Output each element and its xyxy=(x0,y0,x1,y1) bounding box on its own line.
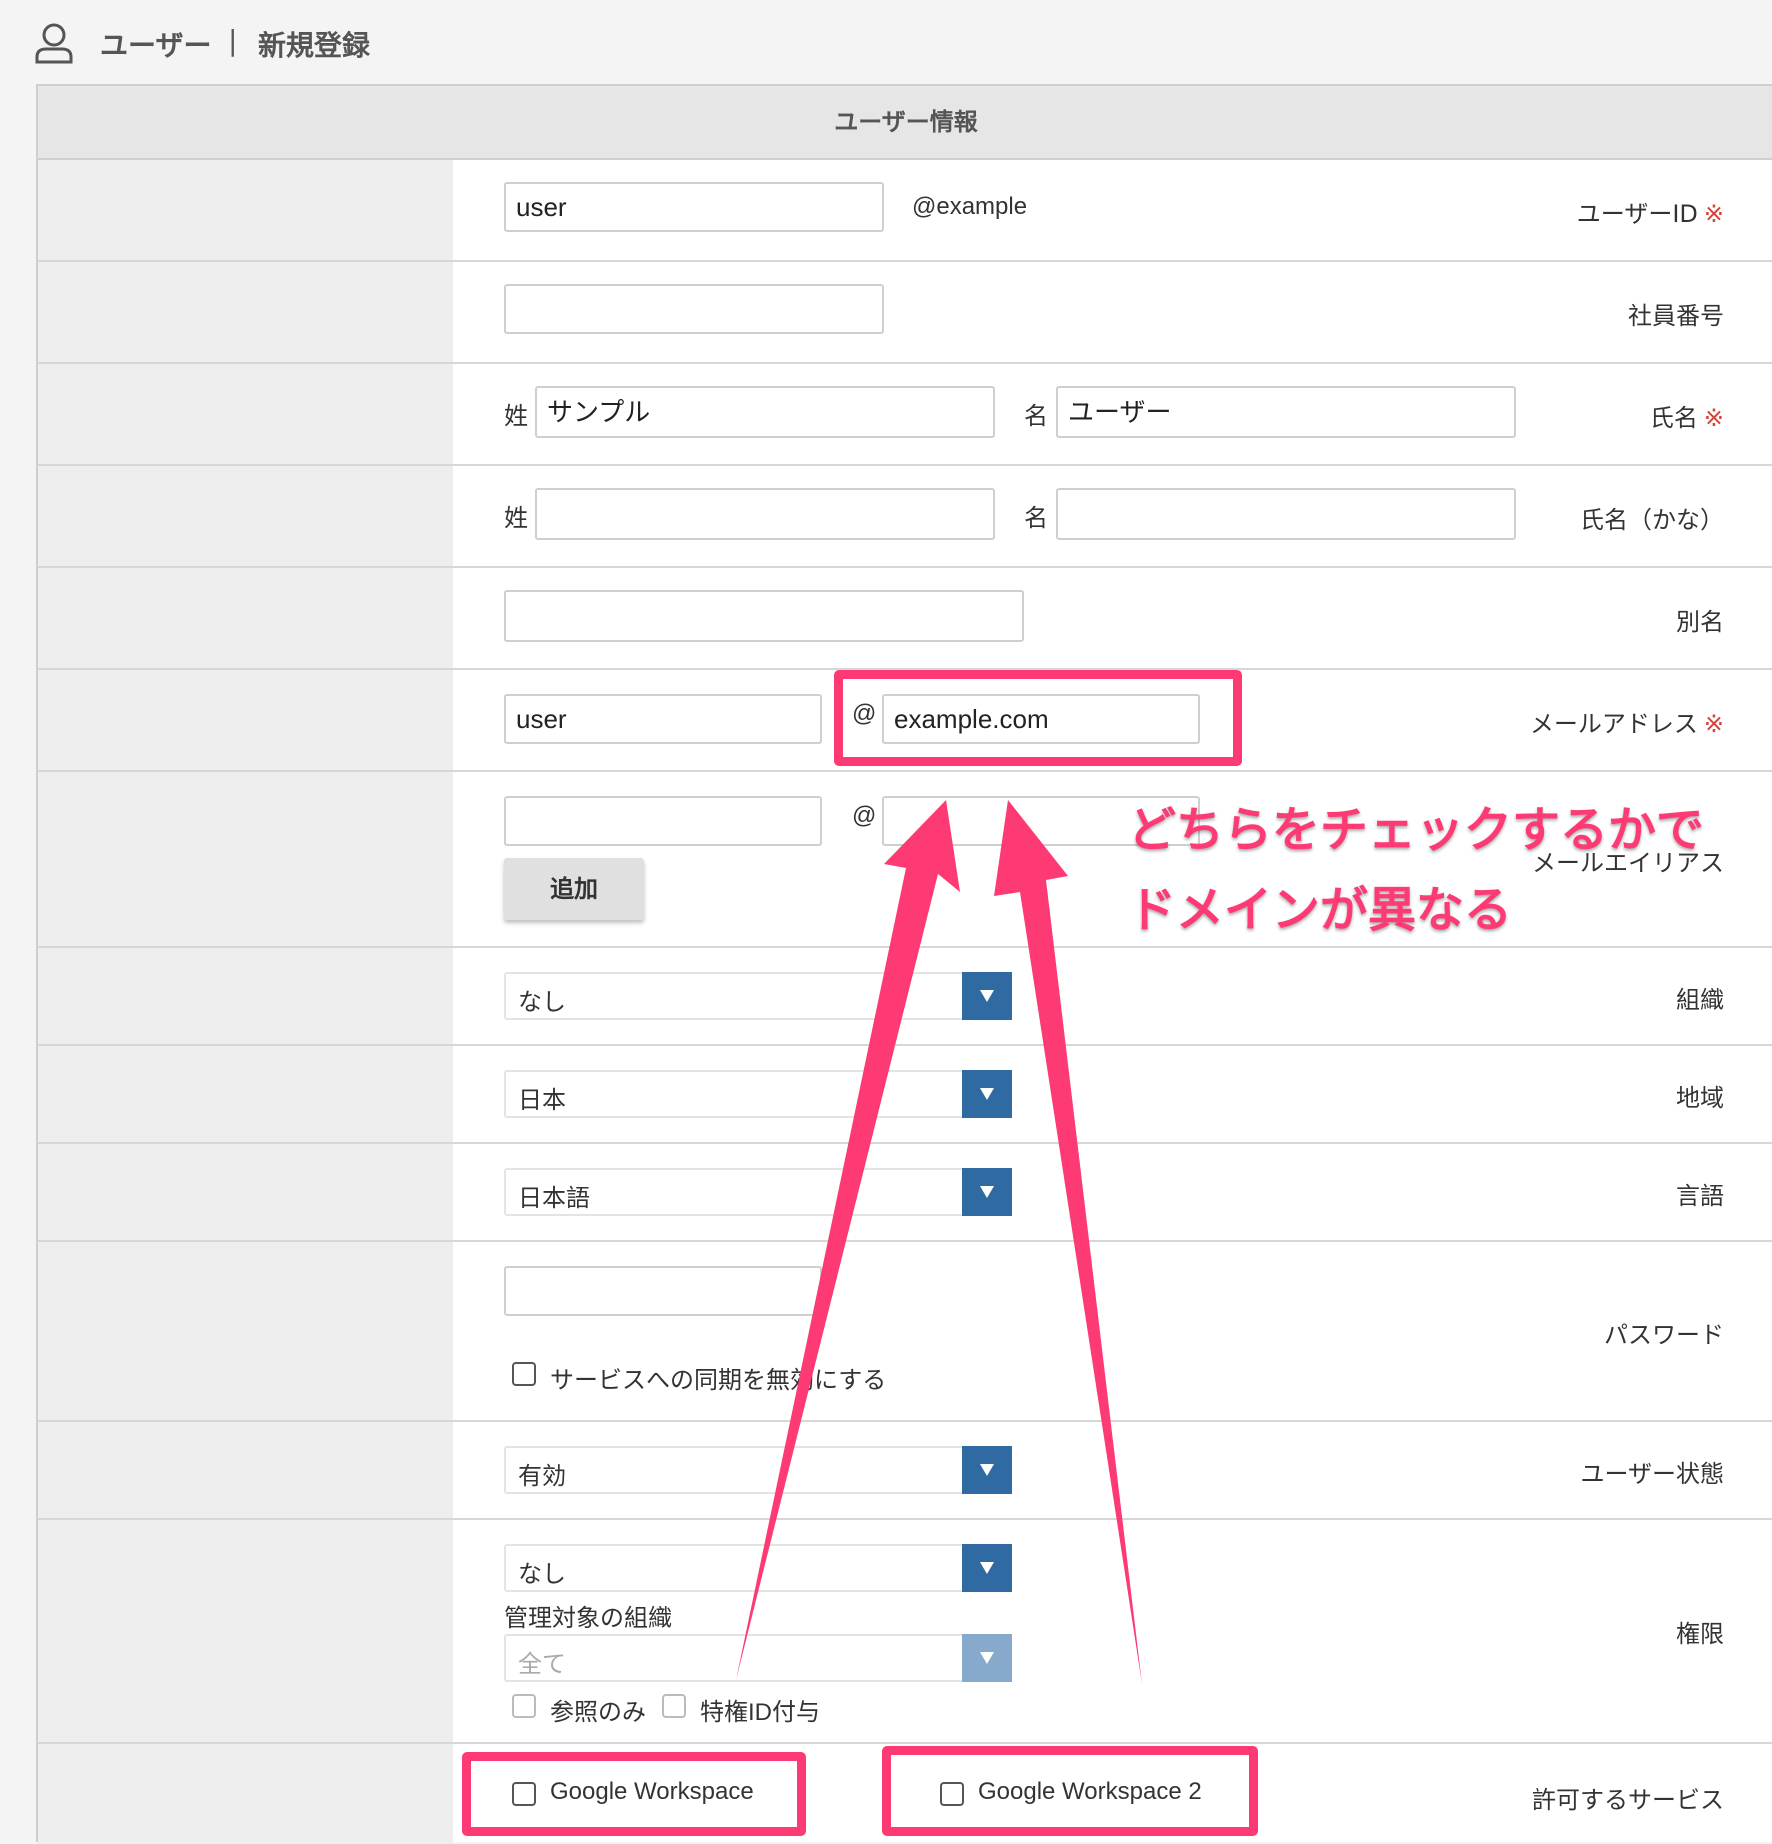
row-permission: 権限 なし 管理対象の組織 全て 参照のみ 特権ID付与 xyxy=(38,1520,1772,1744)
language-label: 言語 xyxy=(1676,1182,1724,1210)
language-selected-value: 日本語 xyxy=(518,1184,590,1212)
add-alias-button[interactable]: 追加 xyxy=(504,858,644,920)
region-label: 地域 xyxy=(1676,1084,1724,1112)
panel-title: ユーザー情報 xyxy=(38,86,1772,160)
managed-org-selected-value: 全て xyxy=(518,1650,566,1678)
dropdown-arrow-icon xyxy=(962,1634,1012,1682)
annotation-line-2: ドメインが異なる xyxy=(1128,882,1513,938)
organization-label: 組織 xyxy=(1676,986,1724,1014)
row-organization: 組織 なし xyxy=(38,948,1772,1046)
email-alias-at-sign: @ xyxy=(852,802,877,829)
read-only-label: 参照のみ xyxy=(550,1699,646,1726)
row-region: 地域 日本 xyxy=(38,1046,1772,1144)
required-mark: ※ xyxy=(1703,200,1724,228)
row-employee-number: 社員番号 xyxy=(38,262,1772,364)
language-select[interactable]: 日本語 xyxy=(504,1168,1012,1216)
permission-selected-value: なし xyxy=(518,1560,566,1588)
first-name-kana-input[interactable] xyxy=(1056,488,1516,540)
email-label: メールアドレス ※ xyxy=(1529,710,1724,738)
allowed-services-label: 許可するサービス xyxy=(1532,1786,1724,1814)
page-header: ユーザー | 新規登録 xyxy=(0,0,1772,84)
user-status-selected-value: 有効 xyxy=(518,1462,566,1490)
region-select[interactable]: 日本 xyxy=(504,1070,1012,1118)
alias-input[interactable] xyxy=(504,590,1024,642)
row-user-status: ユーザー状態 有効 xyxy=(38,1422,1772,1520)
employee-number-label: 社員番号 xyxy=(1628,302,1724,330)
annotation-line-1: どちらをチェックするかで xyxy=(1128,802,1705,858)
last-name-label: 姓 xyxy=(504,403,528,430)
row-password: パスワード サービスへの同期を無効にする xyxy=(38,1242,1772,1422)
password-input[interactable] xyxy=(504,1266,822,1316)
breadcrumb-separator: | xyxy=(228,24,238,57)
user-status-label: ユーザー状態 xyxy=(1580,1460,1724,1488)
user-id-label: ユーザーID ※ xyxy=(1576,200,1724,228)
first-name-input[interactable]: ユーザー xyxy=(1056,386,1516,438)
disable-sync-label: サービスへの同期を無効にする xyxy=(550,1367,887,1394)
permission-select[interactable]: なし xyxy=(504,1544,1012,1592)
highlight-email-domain xyxy=(834,670,1242,766)
breadcrumb-section[interactable]: ユーザー xyxy=(100,24,211,64)
last-name-input[interactable]: サンプル xyxy=(535,386,995,438)
organization-selected-value: なし xyxy=(518,988,566,1016)
dropdown-arrow-icon[interactable] xyxy=(962,972,1012,1020)
highlight-google-workspace-2 xyxy=(882,1746,1258,1836)
privileged-id-checkbox xyxy=(662,1694,686,1718)
region-selected-value: 日本 xyxy=(518,1086,566,1114)
email-local-input[interactable]: user xyxy=(504,694,822,744)
annotation-text: どちらをチェックするかで ドメインが異なる xyxy=(1128,790,1704,950)
read-only-checkbox xyxy=(512,1694,536,1718)
user-info-panel: ユーザー情報 ユーザーID ※ user @example 社員番号 氏名 ※ 姓 … xyxy=(36,84,1772,1844)
dropdown-arrow-icon[interactable] xyxy=(962,1446,1012,1494)
user-id-domain-suffix: @example xyxy=(912,193,1028,220)
required-mark: ※ xyxy=(1703,404,1724,432)
managed-org-select: 全て xyxy=(504,1634,1012,1682)
dropdown-arrow-icon[interactable] xyxy=(962,1544,1012,1592)
dropdown-arrow-icon[interactable] xyxy=(962,1070,1012,1118)
disable-sync-checkbox[interactable] xyxy=(512,1362,536,1386)
alias-label: 別名 xyxy=(1676,608,1724,636)
page-title: 新規登録 xyxy=(258,29,371,62)
managed-org-label: 管理対象の組織 xyxy=(504,1605,672,1632)
first-name-kana-label: 名 xyxy=(1024,505,1048,532)
user-icon xyxy=(35,23,73,64)
name-kana-label: 氏名（かな） xyxy=(1580,506,1724,534)
row-user-id: ユーザーID ※ user @example xyxy=(38,160,1772,262)
dropdown-arrow-icon[interactable] xyxy=(962,1168,1012,1216)
row-alias: 別名 xyxy=(38,568,1772,670)
highlight-google-workspace xyxy=(462,1752,806,1836)
row-name: 氏名 ※ 姓 サンプル 名 ユーザー xyxy=(38,364,1772,466)
password-label: パスワード xyxy=(1604,1321,1724,1349)
name-label: 氏名 ※ xyxy=(1649,404,1724,432)
user-id-input[interactable]: user xyxy=(504,182,884,232)
last-name-kana-input[interactable] xyxy=(535,488,995,540)
row-name-kana: 氏名（かな） 姓 名 xyxy=(38,466,1772,568)
email-alias-local-input[interactable] xyxy=(504,796,822,846)
user-status-select[interactable]: 有効 xyxy=(504,1446,1012,1494)
first-name-label: 名 xyxy=(1024,403,1048,430)
last-name-kana-label: 姓 xyxy=(504,505,528,532)
required-mark: ※ xyxy=(1703,710,1724,738)
employee-number-input[interactable] xyxy=(504,284,884,334)
privileged-id-label: 特権ID付与 xyxy=(700,1699,820,1726)
permission-label: 権限 xyxy=(1676,1620,1724,1648)
organization-select[interactable]: なし xyxy=(504,972,1012,1020)
row-language: 言語 日本語 xyxy=(38,1144,1772,1242)
